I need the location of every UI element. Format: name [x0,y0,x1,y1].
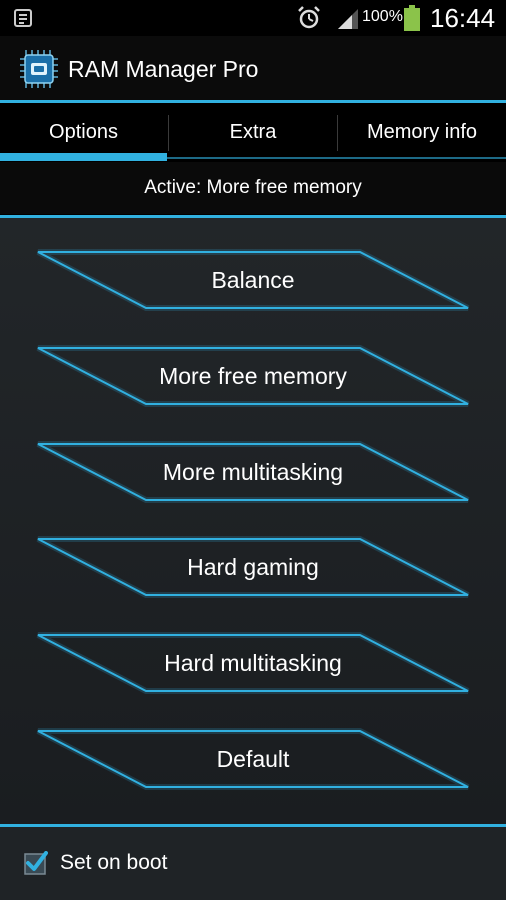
status-bar: 100% 16:44 [0,0,506,36]
option-label: Hard multitasking [164,649,342,676]
set-on-boot-checkbox[interactable] [24,851,48,875]
option-more-free-memory-button[interactable]: More free memory [0,344,506,408]
option-label: More multitasking [162,458,344,485]
battery-percent: 100% [362,8,403,25]
signal-icon [338,9,358,29]
tab-extra[interactable]: Extra [169,103,337,161]
footer-bar: Set on boot [0,827,506,900]
tab-bar: Options Extra Memory info [0,103,506,161]
set-on-boot-label[interactable]: Set on boot [60,851,167,875]
option-more-multitasking-button[interactable]: More multitasking [0,440,506,504]
clock: 16:44 [430,3,496,33]
option-label: Balance [211,266,295,293]
option-default-button[interactable]: Default [0,727,506,791]
option-hard-gaming-button[interactable]: Hard gaming [0,535,506,599]
tab-memory-info[interactable]: Memory info [338,103,506,161]
app-title: RAM Manager Pro [68,56,259,82]
option-label: Default [216,745,290,772]
active-profile-text: Active: More free memory [0,162,506,214]
notification-list-icon [14,9,32,27]
alarm-icon [298,6,320,29]
options-panel: Balance More free memory More multitaski… [0,218,506,824]
option-label: Hard gaming [187,553,319,580]
action-bar: RAM Manager Pro [0,36,506,100]
divider [0,157,506,159]
option-balance-button[interactable]: Balance [0,248,506,312]
option-label: More free memory [159,362,347,389]
battery-icon [404,5,420,31]
option-hard-multitasking-button[interactable]: Hard multitasking [0,631,506,695]
chip-icon[interactable] [16,46,62,92]
